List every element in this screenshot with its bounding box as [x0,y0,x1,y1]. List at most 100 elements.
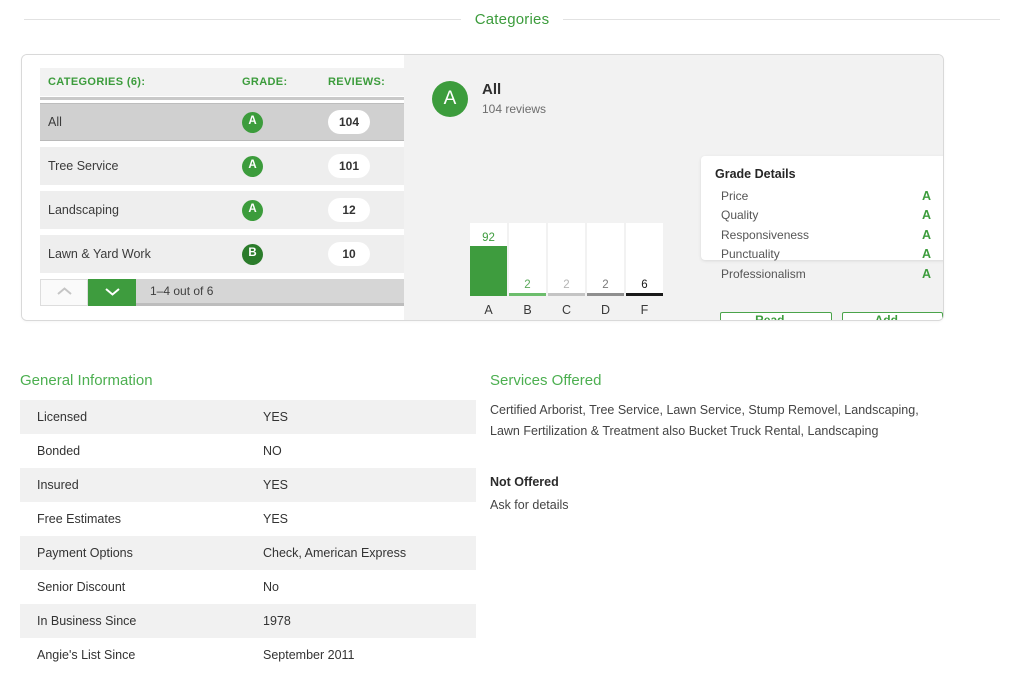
pager-range-label: 1–4 out of 6 [136,279,404,306]
chart-bar-fill [470,246,507,296]
info-key: In Business Since [37,614,137,628]
info-key: Bonded [37,444,81,458]
grade-detail-row: Responsiveness A [715,225,931,245]
grade-details-rows: Price A Quality A Responsiveness A Punctuality… [715,186,931,284]
grade-detail-value: A [921,227,931,242]
review-count-pill: 10 [328,242,370,266]
chart-bar-fill [587,293,624,296]
category-grade-cell: A [242,155,328,177]
grade-details-title: Grade Details [715,167,796,181]
table-row: Free Estimates YES [20,502,476,536]
chart-bar-column: 2C [548,223,585,317]
section-heading: Categories [0,0,1024,38]
categories-pager: 1–4 out of 6 [40,279,404,306]
table-row: Senior Discount No [20,570,476,604]
grade-badge: A [242,111,263,133]
category-name: All [48,115,62,129]
grade-badge: B [242,243,263,265]
general-information-title: General Information [20,372,153,389]
info-value: No [263,580,279,594]
chart-bar-fill [548,293,585,296]
category-row[interactable]: Lawn & Yard Work B 10 [40,235,404,273]
grade-detail-value: A [921,188,931,203]
review-count-pill: 101 [328,154,370,178]
info-key: Licensed [37,410,88,424]
category-row[interactable]: Tree Service A 101 [40,147,404,185]
info-value: September 2011 [263,648,355,662]
grade-badge: A [242,199,263,221]
services-offered-section: Services Offered Certified Arborist, Tre… [490,372,950,512]
chart-bar-box: 2 [548,223,585,296]
grade-detail-value: A [921,247,931,262]
pager-prev-button[interactable] [40,279,88,306]
detail-category-name: All [482,80,502,98]
chart-bar-column: 2B [509,223,546,317]
table-row: Angie's List Since September 2011 [20,638,476,672]
chart-bar-column: 92 A [470,223,507,317]
category-grade-cell: B [242,243,328,265]
services-offered-title: Services Offered [490,372,602,389]
page-title: Categories [474,10,550,28]
chart-bar-box: 2 [509,223,546,296]
grade-detail-row: Punctuality A [715,245,931,265]
categories-rows: All A 104 Tree Service A 101 Landscaping A 12 Law… [40,103,422,273]
chart-bar-column: 6F [626,223,663,317]
page-root: Categories CATEGORIES (6): GRADE: REVIEW… [0,0,1024,676]
grade-details-box: Grade Details Price A Quality A Responsivene… [701,156,943,281]
header-grade-label: GRADE: [242,76,288,88]
category-row[interactable]: All A 104 [40,103,422,143]
info-key: Payment Options [37,546,133,560]
chart-bar-value: 2 [563,278,570,291]
chart-bar-box: 92 [470,223,507,296]
table-row: Licensed YES [20,400,476,434]
detail-title-group: All 104 reviews [482,80,547,117]
review-count-pill: 104 [328,110,370,134]
categories-card: CATEGORIES (6): GRADE: REVIEWS: All A 104 T… [21,54,944,321]
chart-bar-label: B [523,303,532,317]
header-reviews-label: REVIEWS: [328,76,386,88]
info-key: Free Estimates [37,512,122,526]
table-row: Insured YES [20,468,476,502]
heading-rule-right [563,18,1001,20]
category-grade-cell: A [242,199,328,221]
detail-header: A All 104 reviews [432,81,943,117]
chart-bar-label: D [600,303,611,317]
categories-list-panel: CATEGORIES (6): GRADE: REVIEWS: All A 104 T… [22,55,422,320]
grade-detail-row: Quality A [715,206,931,226]
grade-detail-label: Responsiveness [721,227,810,242]
info-value: YES [263,410,289,424]
general-information-section: General Information Licensed YES Bonded NO I… [20,372,476,672]
grade-detail-row: Professionalism A [715,264,931,284]
category-reviews-cell: 104 [328,110,404,134]
chart-bar-value: 6 [641,278,648,291]
chevron-down-icon [104,284,121,302]
add-review-label: Add Review [874,313,898,321]
detail-actions: Read Reviews › Add Review › [720,312,943,321]
category-grade-cell: A [242,111,328,133]
table-row: In Business Since 1978 [20,604,476,638]
chart-bar-box: 6 [626,223,663,296]
category-reviews-cell: 101 [328,154,404,178]
chevron-up-icon [56,284,73,302]
add-review-button[interactable]: Add Review › [842,312,943,321]
info-value: YES [263,512,289,526]
category-name: Landscaping [48,203,119,217]
review-count-pill: 12 [328,198,370,222]
chart-bar-fill [626,293,663,296]
grade-detail-label: Professionalism [721,266,806,281]
grade-detail-label: Punctuality [721,247,780,262]
table-row: Payment Options Check, American Express [20,536,476,570]
info-key: Angie's List Since [37,648,136,662]
pager-next-button[interactable] [88,279,136,306]
info-value: 1978 [263,614,291,628]
chart-bar-value: 92 [482,231,495,244]
chart-bar-box: 2 [587,223,624,296]
info-value: YES [263,478,289,492]
detail-review-count: 104 reviews [482,102,547,117]
read-reviews-button[interactable]: Read Reviews › [720,312,833,320]
info-value: NO [263,444,282,458]
category-row[interactable]: Landscaping A 12 [40,191,404,229]
chart-bar-label: F [640,303,649,317]
category-reviews-cell: 12 [328,198,404,222]
grade-badge: A [242,155,263,177]
